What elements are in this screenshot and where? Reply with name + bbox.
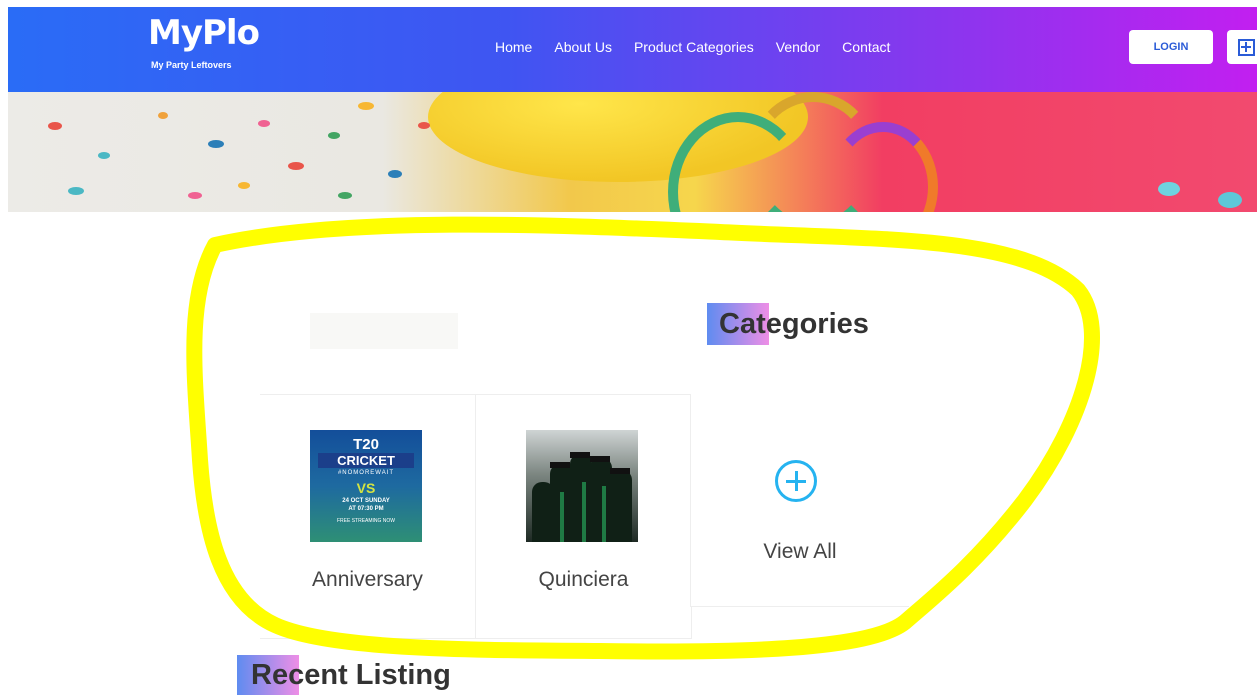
plus-circle-icon: [775, 460, 817, 502]
poster-text: AT 07:30 PM: [348, 506, 384, 512]
confetti: [338, 192, 352, 199]
confetti: [68, 187, 84, 195]
nav-home[interactable]: Home: [495, 39, 532, 55]
poster-text: CRICKET: [318, 453, 414, 468]
logo[interactable]: MyPlo My Party Leftovers: [138, 13, 260, 83]
confetti: [98, 152, 110, 159]
photo-figure: [610, 470, 632, 542]
recent-listing-heading: Recent Listing: [237, 655, 451, 695]
categories-heading: Categories: [707, 303, 869, 345]
categories-title: Categories: [719, 307, 869, 340]
nav-contact[interactable]: Contact: [842, 39, 890, 55]
add-listing-button[interactable]: [1227, 30, 1257, 64]
quinciera-image: [526, 430, 638, 542]
poster-text: #NOMOREWAIT: [337, 470, 395, 476]
confetti: [208, 140, 224, 148]
site-header: MyPlo My Party Leftovers Home About Us P…: [8, 7, 1257, 92]
faint-placeholder: [310, 313, 458, 349]
confetti: [158, 112, 168, 119]
confetti: [238, 182, 250, 189]
confetti: [388, 170, 402, 178]
photo-stole: [602, 486, 606, 542]
confetti: [418, 122, 430, 129]
photo-cap: [610, 468, 630, 474]
nav-about-us[interactable]: About Us: [554, 39, 612, 55]
photo-cap: [590, 456, 610, 462]
category-card-quinciera[interactable]: Quinciera: [475, 394, 692, 639]
nav-product-categories[interactable]: Product Categories: [634, 39, 754, 55]
category-label: Anniversary: [312, 568, 423, 591]
photo-stole: [560, 492, 564, 542]
category-card-anniversary[interactable]: T20 CRICKET #NOMOREWAIT VS 24 OCT SUNDAY…: [260, 394, 476, 639]
login-button[interactable]: LOGIN: [1129, 30, 1213, 64]
view-all-label: View All: [763, 540, 837, 563]
category-label: Quinciera: [538, 568, 629, 591]
confetti: [48, 122, 62, 130]
view-all-card[interactable]: View All: [690, 394, 909, 607]
photo-figure: [590, 458, 612, 542]
confetti: [1158, 182, 1180, 196]
confetti: [188, 192, 202, 199]
nav-vendor[interactable]: Vendor: [776, 39, 820, 55]
logo-text: MyPlo: [148, 13, 260, 53]
anniversary-image: T20 CRICKET #NOMOREWAIT VS 24 OCT SUNDAY…: [310, 430, 422, 542]
confetti: [1218, 192, 1242, 208]
plus-square-icon: [1237, 38, 1255, 56]
logo-tagline: My Party Leftovers: [151, 60, 232, 70]
confetti: [288, 162, 304, 170]
poster-text: T20: [353, 436, 379, 453]
photo-cap: [570, 452, 590, 458]
photo-stole: [582, 482, 586, 542]
hero-banner: [8, 92, 1257, 212]
recent-listing-title: Recent Listing: [251, 658, 451, 691]
poster-text: VS: [356, 480, 376, 496]
confetti: [328, 132, 340, 139]
main-nav: Home About Us Product Categories Vendor …: [495, 39, 890, 55]
poster-text: FREE STREAMING NOW: [336, 518, 396, 524]
poster-text: 24 OCT SUNDAY: [342, 498, 390, 504]
confetti: [258, 120, 270, 127]
photo-cap: [550, 462, 570, 468]
photo-figure: [570, 454, 592, 542]
confetti: [358, 102, 374, 110]
